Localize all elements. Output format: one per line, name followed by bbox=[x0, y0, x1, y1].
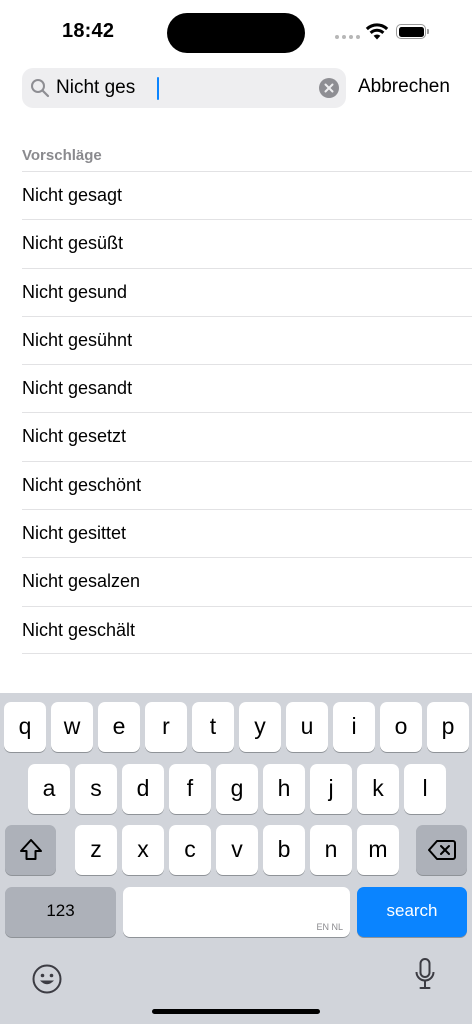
shift-key[interactable] bbox=[5, 825, 56, 875]
list-item[interactable]: Nicht gesittet bbox=[22, 509, 472, 557]
key-j[interactable]: j bbox=[310, 764, 352, 814]
key-x[interactable]: x bbox=[122, 825, 164, 875]
search-icon bbox=[31, 79, 50, 98]
key-z[interactable]: z bbox=[75, 825, 117, 875]
list-item[interactable]: Nicht gesagt bbox=[22, 171, 472, 219]
search-key[interactable]: search bbox=[357, 887, 467, 937]
search-bar[interactable] bbox=[22, 68, 346, 108]
key-d[interactable]: d bbox=[122, 764, 164, 814]
suggestions-list: Nicht gesagt Nicht gesüßt Nicht gesund N… bbox=[22, 171, 472, 654]
key-a[interactable]: a bbox=[28, 764, 70, 814]
key-b[interactable]: b bbox=[263, 825, 305, 875]
key-q[interactable]: q bbox=[4, 702, 46, 752]
delete-key[interactable] bbox=[416, 825, 467, 875]
cellular-signal-icon bbox=[335, 35, 360, 39]
key-u[interactable]: u bbox=[286, 702, 328, 752]
space-language-label: EN NL bbox=[316, 922, 343, 932]
dynamic-island bbox=[167, 13, 305, 53]
suggestions-header: Vorschläge bbox=[22, 147, 102, 164]
key-w[interactable]: w bbox=[51, 702, 93, 752]
space-key[interactable]: EN NL bbox=[123, 887, 350, 937]
clear-icon[interactable] bbox=[319, 78, 339, 98]
key-y[interactable]: y bbox=[239, 702, 281, 752]
list-item[interactable]: Nicht gesandt bbox=[22, 364, 472, 412]
wifi-icon bbox=[365, 23, 389, 40]
key-m[interactable]: m bbox=[357, 825, 399, 875]
emoji-icon[interactable] bbox=[31, 963, 63, 995]
status-time: 18:42 bbox=[62, 20, 115, 42]
key-k[interactable]: k bbox=[357, 764, 399, 814]
key-v[interactable]: v bbox=[216, 825, 258, 875]
list-item[interactable]: Nicht gesüßt bbox=[22, 219, 472, 267]
status-bar: 18:42 bbox=[0, 0, 472, 64]
text-cursor bbox=[157, 77, 159, 100]
numbers-key[interactable]: 123 bbox=[5, 887, 116, 937]
cancel-button[interactable]: Abbrechen bbox=[358, 76, 450, 98]
keyboard: q w e r t y u i o p a s d f g h j k l z … bbox=[0, 693, 472, 1024]
key-p[interactable]: p bbox=[427, 702, 469, 752]
search-input[interactable] bbox=[56, 68, 306, 108]
key-c[interactable]: c bbox=[169, 825, 211, 875]
list-item[interactable]: Nicht gesund bbox=[22, 267, 472, 316]
key-g[interactable]: g bbox=[216, 764, 258, 814]
key-s[interactable]: s bbox=[75, 764, 117, 814]
key-l[interactable]: l bbox=[404, 764, 446, 814]
mic-icon[interactable] bbox=[414, 957, 436, 993]
key-h[interactable]: h bbox=[263, 764, 305, 814]
list-item[interactable]: Nicht geschönt bbox=[22, 460, 472, 509]
home-indicator bbox=[152, 1009, 320, 1014]
shift-icon bbox=[19, 839, 42, 860]
key-o[interactable]: o bbox=[380, 702, 422, 752]
list-item[interactable]: Nicht geschält bbox=[22, 605, 472, 654]
list-item[interactable]: Nicht gesetzt bbox=[22, 412, 472, 460]
key-r[interactable]: r bbox=[145, 702, 187, 752]
key-n[interactable]: n bbox=[310, 825, 352, 875]
list-item[interactable]: Nicht gesalzen bbox=[22, 557, 472, 605]
list-item[interactable]: Nicht gesühnt bbox=[22, 315, 472, 364]
key-f[interactable]: f bbox=[169, 764, 211, 814]
key-t[interactable]: t bbox=[192, 702, 234, 752]
delete-icon bbox=[427, 840, 456, 860]
key-i[interactable]: i bbox=[333, 702, 375, 752]
battery-icon bbox=[396, 24, 429, 39]
key-e[interactable]: e bbox=[98, 702, 140, 752]
